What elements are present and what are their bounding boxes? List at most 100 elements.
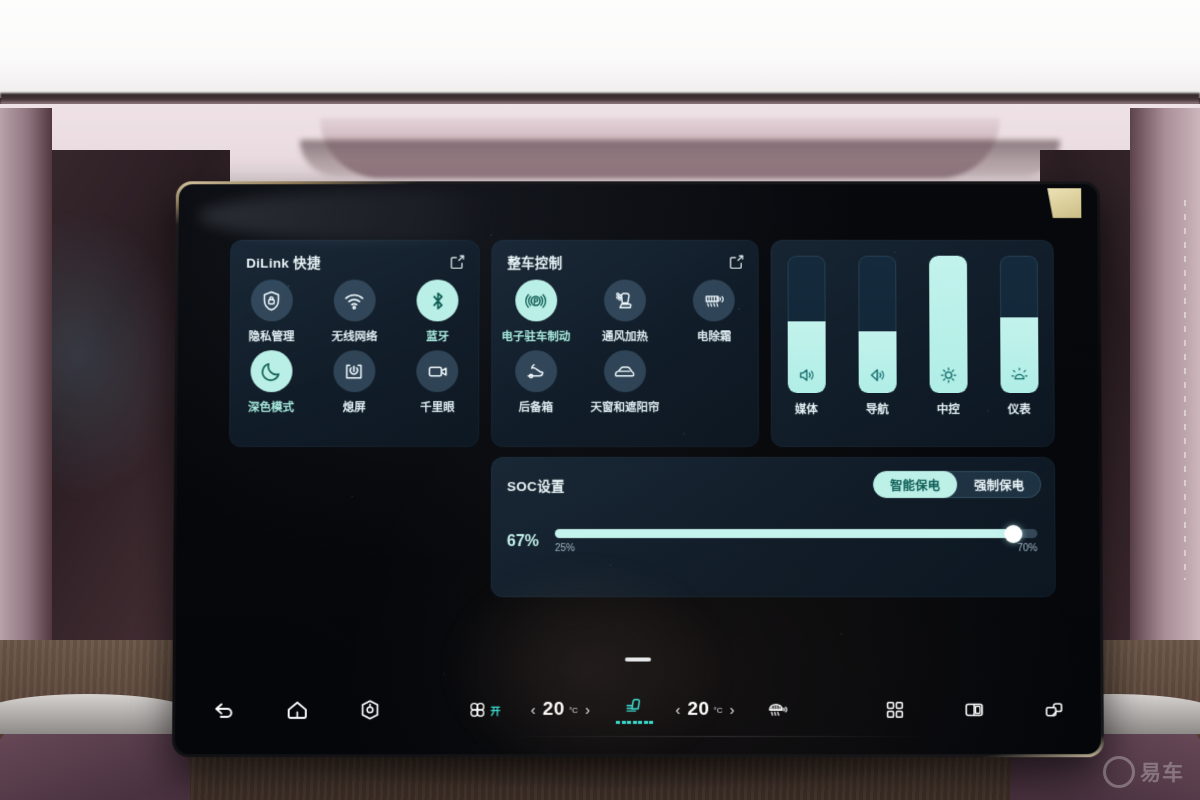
slider-track[interactable]	[857, 255, 897, 394]
volume-nav-icon	[858, 365, 896, 385]
temp-left-decrease[interactable]: ‹	[531, 701, 536, 718]
split-screen-icon	[962, 699, 986, 721]
front-defrost-button[interactable]	[765, 698, 790, 721]
bluetooth-icon	[416, 279, 459, 322]
tile-rear-defrost[interactable]: 电除霜	[670, 279, 759, 345]
tile-label: 蓝牙	[426, 331, 450, 344]
temperature-left-control[interactable]: ‹ 20 °C ›	[531, 699, 590, 721]
fan-icon	[466, 699, 488, 721]
soc-mode-smart[interactable]: 智能保电	[872, 470, 958, 499]
a-pillar-right	[1130, 108, 1200, 728]
soc-mode-toggle: 智能保电 强制保电	[872, 470, 1042, 499]
watermark-text: 易车	[1140, 762, 1184, 785]
tile-label: 熄屏	[342, 402, 366, 415]
dilink-shortcuts-panel: DiLink 快捷 隐私管理 无线网络 蓝牙 深色模式 熄屏 千里眼	[229, 239, 480, 448]
tile-label: 千里眼	[420, 402, 455, 415]
temp-right-decrease[interactable]: ‹	[675, 701, 680, 718]
temp-left-value: 20	[542, 698, 565, 720]
trunk-icon	[514, 350, 557, 393]
cluster-brightness-icon	[1000, 365, 1038, 385]
pillar-stitching	[1184, 200, 1186, 580]
tile-label: 无线网络	[331, 331, 378, 344]
soc-mode-forced[interactable]: 强制保电	[957, 471, 1041, 498]
soc-knob[interactable]	[1004, 524, 1023, 543]
vehicle-tile-grid: 电子驻车制动 通风加热 电除霜 后备箱 天窗和遮阳帘	[491, 279, 759, 421]
rear-defrost-icon	[693, 279, 736, 322]
slider-track[interactable]	[787, 255, 826, 394]
vehicle-control-panel: 整车控制 电子驻车制动 通风加热 电除霜 后备箱 天窗和遮阳帘	[491, 239, 759, 448]
dashboard-lip-shadow	[300, 140, 1060, 176]
split-screen-button[interactable]	[962, 699, 986, 721]
settings-icon	[358, 698, 382, 722]
soc-settings-panel: SOC设置 智能保电 强制保电 67% 25% 70%	[490, 457, 1056, 598]
watermark-logo-icon	[1103, 756, 1135, 788]
tile-wifi[interactable]: 无线网络	[313, 279, 396, 345]
soc-panel-title: SOC设置	[506, 478, 565, 494]
tile-label: 电除霜	[696, 331, 732, 344]
tile-label: 深色模式	[247, 402, 294, 415]
tile-screen-off[interactable]: 熄屏	[313, 350, 396, 415]
panel-drag-handle[interactable]	[624, 657, 652, 662]
screen-surface: DiLink 快捷 隐私管理 无线网络 蓝牙 深色模式 熄屏 千里眼 整车控制 …	[175, 184, 1101, 755]
tile-remote-view[interactable]: 千里眼	[396, 350, 479, 415]
edit-square-icon[interactable]	[449, 253, 466, 270]
edit-square-icon[interactable]	[728, 253, 745, 270]
temp-right-unit: °C	[713, 705, 723, 715]
wifi-icon	[333, 279, 376, 322]
tile-seat-ventilation[interactable]: 通风加热	[580, 279, 669, 345]
slider-center-display[interactable]: 中控	[928, 255, 968, 417]
dashcam-icon	[416, 350, 459, 393]
apps-button[interactable]	[884, 699, 906, 721]
soc-track[interactable]	[554, 524, 1038, 543]
tile-label: 后备箱	[518, 402, 553, 415]
fan-state-label: 开	[490, 706, 501, 718]
temp-left-increase[interactable]: ›	[585, 701, 590, 718]
soc-fill	[554, 529, 1014, 539]
windshield	[0, 0, 1200, 98]
sunroof-icon	[604, 350, 646, 393]
center-infotainment-display: DiLink 快捷 隐私管理 无线网络 蓝牙 深色模式 熄屏 千里眼 整车控制 …	[171, 181, 1105, 758]
slider-track[interactable]	[928, 255, 968, 394]
tile-trunk[interactable]: 后备箱	[491, 350, 580, 415]
moon-icon	[250, 350, 293, 393]
soc-slider[interactable]: 25% 70%	[554, 524, 1038, 555]
dilink-panel-title: DiLink 快捷	[246, 255, 321, 271]
home-icon	[285, 697, 310, 722]
control-center-panels: DiLink 快捷 隐私管理 无线网络 蓝牙 深色模式 熄屏 千里眼 整车控制 …	[228, 239, 1056, 624]
volume-icon	[787, 365, 825, 385]
soc-max-label: 70%	[1017, 543, 1038, 555]
seat-heat-button[interactable]	[616, 696, 654, 724]
slider-label: 媒体	[794, 404, 818, 417]
vehicle-panel-title: 整车控制	[507, 255, 563, 271]
soc-slider-row: 67% 25% 70%	[507, 524, 1038, 555]
tile-parking-brake[interactable]: 电子驻车制动	[491, 279, 580, 345]
tile-dark-mode[interactable]: 深色模式	[229, 350, 313, 415]
screen-off-icon	[333, 350, 376, 393]
apps-grid-icon	[884, 699, 906, 721]
temperature-right-control[interactable]: ‹ 20 °C ›	[675, 699, 734, 721]
slider-track[interactable]	[999, 255, 1039, 394]
temp-right-increase[interactable]: ›	[730, 701, 735, 718]
tile-label: 隐私管理	[248, 331, 295, 344]
tile-privacy[interactable]: 隐私管理	[230, 279, 313, 345]
tile-label: 天窗和遮阳帘	[590, 402, 660, 415]
settings-button[interactable]	[358, 698, 382, 722]
home-button[interactable]	[285, 697, 310, 722]
slider-label: 中控	[936, 404, 960, 417]
bottom-bar-divider	[506, 736, 931, 738]
bottom-navigation-bar: 开 ‹ 20 °C › ‹ 20 °C ›	[175, 682, 1101, 738]
card-stack-button[interactable]	[1042, 699, 1066, 721]
slider-navigation[interactable]: 导航	[857, 255, 897, 417]
soc-header: SOC设置 智能保电 强制保电	[506, 470, 1042, 499]
slider-media[interactable]: 媒体	[787, 255, 826, 417]
slider-label: 仪表	[1007, 404, 1031, 417]
screen-corner-sticker	[1047, 188, 1081, 218]
tile-sunroof[interactable]: 天窗和遮阳帘	[580, 350, 669, 415]
brightness-sun-icon	[929, 365, 967, 385]
tile-label: 通风加热	[602, 331, 648, 344]
slider-instrument-cluster[interactable]: 仪表	[999, 255, 1039, 417]
back-button[interactable]	[211, 697, 236, 722]
tile-bluetooth[interactable]: 蓝牙	[396, 279, 479, 345]
seat-ventilation-icon	[604, 279, 646, 322]
fan-button[interactable]: 开	[466, 699, 501, 721]
